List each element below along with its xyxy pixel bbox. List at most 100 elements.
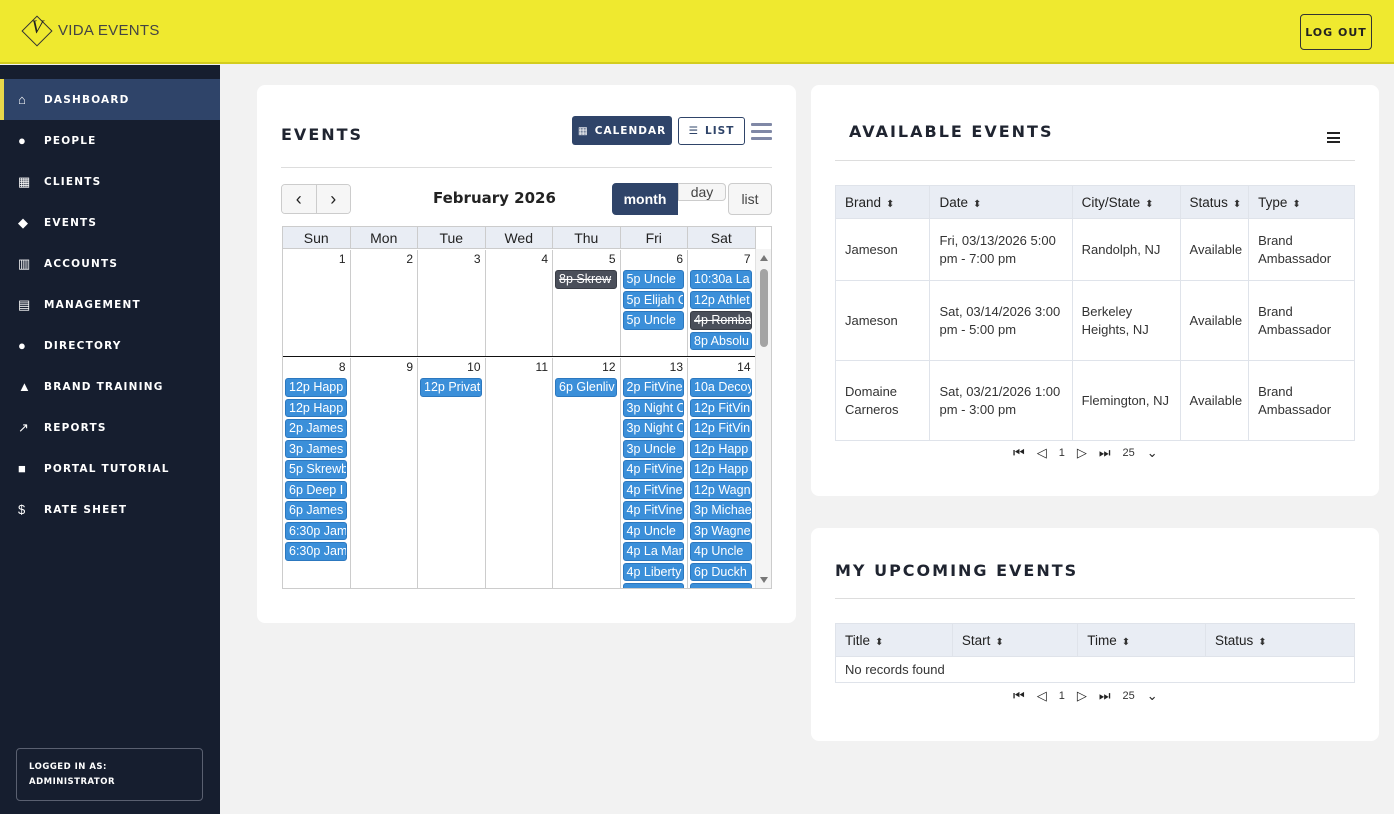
calendar-event[interactable]: 12p Wagn xyxy=(690,480,752,499)
calendar-event[interactable]: 4p La Mar xyxy=(622,542,684,561)
day-number[interactable]: 7 xyxy=(744,252,751,266)
sort-icon[interactable]: ⬍ xyxy=(995,637,1003,648)
day-number[interactable]: 12 xyxy=(602,360,615,374)
calendar-event[interactable]: 2p FitVine xyxy=(622,378,684,397)
first-page-icon[interactable]: ⏮ xyxy=(1013,688,1025,704)
sort-icon[interactable]: ⬍ xyxy=(1145,199,1153,210)
calendar-event[interactable]: 4p Uncle xyxy=(690,542,752,561)
calendar-scrollbar[interactable] xyxy=(755,249,771,588)
calendar-event[interactable]: 4p Uncle xyxy=(622,521,684,540)
calendar-event[interactable]: 12p FitVin xyxy=(690,419,752,438)
calendar-event[interactable]: 5p Uncle xyxy=(622,311,684,330)
day-number[interactable]: 14 xyxy=(737,360,750,374)
sidebar-item-dashboard[interactable]: ⌂ DASHBOARD xyxy=(0,79,220,120)
month-view-button[interactable]: month xyxy=(612,183,678,215)
calendar-event[interactable]: 12p Happ xyxy=(690,439,752,458)
chevron-down-icon[interactable]: ⌄ xyxy=(1147,445,1158,461)
calendar-event[interactable]: 3p Wagne xyxy=(690,521,752,540)
sidebar-item-events[interactable]: ◆ EVENTS xyxy=(0,202,220,243)
calendar-day[interactable]: 12 6p Glenliv xyxy=(553,358,621,588)
calendar-event[interactable]: 12p Happ xyxy=(690,460,752,479)
page-number[interactable]: 1 xyxy=(1059,690,1065,702)
calendar-event[interactable]: 4p FitVine xyxy=(622,480,684,499)
day-view-button[interactable]: day xyxy=(678,183,726,201)
sidebar-item-accounts[interactable]: ▥ ACCOUNTS xyxy=(0,243,220,284)
events-menu-icon[interactable] xyxy=(751,123,772,144)
day-number[interactable]: 11 xyxy=(536,360,548,374)
calendar-event[interactable]: 12p FitVin xyxy=(690,398,752,417)
calendar-event[interactable]: 6p James xyxy=(285,501,347,520)
calendar-event[interactable]: 10a Decoy xyxy=(690,378,752,397)
column-header-brand[interactable]: Brand ⬍ xyxy=(834,185,931,219)
sort-icon[interactable]: ⬍ xyxy=(973,199,981,210)
calendar-event[interactable]: 4p Romba xyxy=(690,311,752,330)
last-page-icon[interactable]: ⏭ xyxy=(1099,445,1111,461)
calendar-event[interactable]: 4p FitVine xyxy=(622,460,684,479)
sidebar-item-rate-sheet[interactable]: $ RATE SHEET xyxy=(0,489,220,530)
day-number[interactable]: 5 xyxy=(609,252,616,266)
calendar-view-button[interactable]: ▦ CALENDAR xyxy=(572,116,672,145)
sidebar-item-clients[interactable]: ▦ CLIENTS xyxy=(0,161,220,202)
calendar-event[interactable]: 5p Elijah C xyxy=(622,290,684,309)
calendar-day[interactable]: 3 xyxy=(418,250,486,356)
table-row[interactable]: Jameson Fri, 03/13/2026 5:00 pm - 7:00 pm… xyxy=(834,218,1355,281)
sidebar-item-brand-training[interactable]: ▲ BRAND TRAINING xyxy=(0,366,220,407)
calendar-day[interactable]: 11 xyxy=(486,358,553,588)
column-header-type[interactable]: Type ⬍ xyxy=(1248,185,1355,219)
available-menu-icon[interactable] xyxy=(1327,132,1340,146)
next-month-button[interactable]: › xyxy=(315,185,350,213)
logout-button[interactable]: LOG OUT xyxy=(1300,14,1372,50)
calendar-event[interactable]: 12p Privat xyxy=(420,378,482,397)
calendar-event[interactable]: 6p Duckh xyxy=(690,562,752,581)
calendar-day[interactable]: 7 10:30a La 12p Athlet 4p Romba 8p Absolu xyxy=(688,250,756,356)
calendar-event[interactable]: 3p Uncle xyxy=(622,439,684,458)
day-number[interactable]: 6 xyxy=(676,252,683,266)
day-number[interactable]: 4 xyxy=(541,252,548,266)
calendar-day[interactable]: 2 xyxy=(351,250,418,356)
prev-month-button[interactable]: ‹ xyxy=(282,185,316,213)
sidebar-item-directory[interactable]: ● DIRECTORY xyxy=(0,325,220,366)
sort-icon[interactable]: ⬍ xyxy=(886,199,894,210)
last-page-icon[interactable]: ⏭ xyxy=(1099,688,1111,704)
column-header-city-state[interactable]: City/State ⬍ xyxy=(1071,185,1181,219)
sort-icon[interactable]: ⬍ xyxy=(1233,199,1241,210)
calendar-day[interactable]: 13 2p FitVine 3p Night C 3p Night C 3p Uncle… xyxy=(621,358,688,588)
calendar-day[interactable]: 6 5p Uncle 5p Elijah C 5p Uncle xyxy=(621,250,688,356)
calendar-day[interactable]: 10 12p Privat xyxy=(418,358,486,588)
calendar-event[interactable] xyxy=(690,583,752,588)
next-page-icon[interactable]: ▷ xyxy=(1077,445,1087,461)
calendar-event[interactable]: 12p Athlet xyxy=(690,290,752,309)
page-size[interactable]: 25 xyxy=(1123,690,1135,702)
sidebar-item-reports[interactable]: ↗ REPORTS xyxy=(0,407,220,448)
column-header-date[interactable]: Date ⬍ xyxy=(929,185,1073,219)
calendar-event[interactable]: 12p Happ xyxy=(285,378,347,397)
calendar-event[interactable]: 3p Night C xyxy=(622,398,684,417)
sort-icon[interactable]: ⬍ xyxy=(875,637,883,648)
day-number[interactable]: 9 xyxy=(406,360,413,374)
calendar-day[interactable]: 4 xyxy=(486,250,553,356)
calendar-event[interactable]: 5p Skrewb xyxy=(285,460,347,479)
day-number[interactable]: 13 xyxy=(670,360,683,374)
column-header-status[interactable]: Status ⬍ xyxy=(1179,185,1250,219)
calendar-day[interactable]: 5 8p Skrew xyxy=(553,250,621,356)
column-header-time[interactable]: Time ⬍ xyxy=(1077,623,1206,657)
calendar-event[interactable]: 4p Liberty xyxy=(622,562,684,581)
column-header-status[interactable]: Status ⬍ xyxy=(1205,623,1355,657)
day-number[interactable]: 2 xyxy=(406,252,413,266)
calendar-event[interactable]: 6p Glenliv xyxy=(555,378,617,397)
page-number[interactable]: 1 xyxy=(1059,447,1065,459)
scroll-up-icon[interactable] xyxy=(760,255,768,261)
next-page-icon[interactable]: ▷ xyxy=(1077,688,1087,704)
first-page-icon[interactable]: ⏮ xyxy=(1013,445,1025,461)
sort-icon[interactable]: ⬍ xyxy=(1122,637,1130,648)
list-view-button[interactable]: ☰ LIST xyxy=(678,117,745,145)
list-view-toggle[interactable]: list xyxy=(728,183,772,215)
sidebar-item-portal-tutorial[interactable]: ■ PORTAL TUTORIAL xyxy=(0,448,220,489)
calendar-event[interactable] xyxy=(622,583,684,588)
prev-page-icon[interactable]: ◁ xyxy=(1037,445,1047,461)
sort-icon[interactable]: ⬍ xyxy=(1292,199,1300,210)
calendar-day[interactable]: 14 10a Decoy 12p FitVin 12p FitVin 12p Happ 1… xyxy=(688,358,756,588)
table-row[interactable]: Domaine Carneros Sat, 03/21/2026 1:00 pm … xyxy=(834,360,1355,441)
sort-icon[interactable]: ⬍ xyxy=(1258,637,1266,648)
table-row[interactable]: Jameson Sat, 03/14/2026 3:00 pm - 5:00 pm… xyxy=(834,280,1355,361)
